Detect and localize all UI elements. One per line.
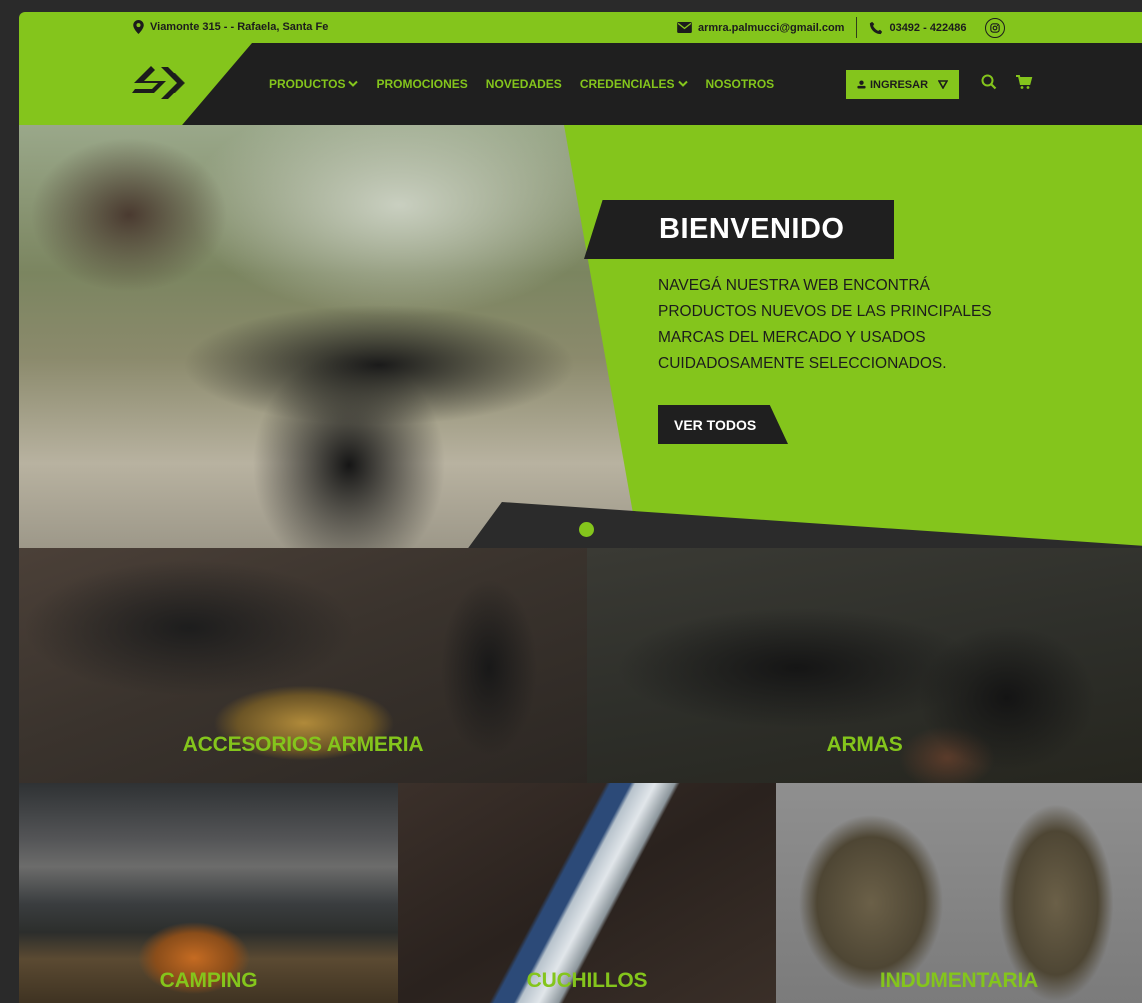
nav-item-novedades[interactable]: NOVEDADES [486, 77, 562, 91]
top-contact-bar: Viamonte 315 - - Rafaela, Santa Fe armra… [19, 12, 1142, 43]
category-cuchillos[interactable]: CUCHILLOS [398, 783, 776, 1003]
login-button[interactable]: INGRESAR [846, 70, 959, 99]
main-menu: PRODUCTOS PROMOCIONES NOVEDADES CREDENCI… [269, 77, 774, 91]
page-frame: Viamonte 315 - - Rafaela, Santa Fe armra… [19, 12, 1142, 1003]
address-text: Viamonte 315 - - Rafaela, Santa Fe [150, 21, 329, 33]
search-icon[interactable] [980, 73, 998, 91]
phone-link[interactable]: 03492 - 422486 [889, 22, 966, 34]
category-camping[interactable]: CAMPING [19, 783, 398, 1003]
map-pin-icon [133, 20, 144, 34]
main-navbar: PRODUCTOS PROMOCIONES NOVEDADES CREDENCI… [19, 43, 1142, 125]
category-label: ARMAS [826, 733, 903, 756]
category-label: CAMPING [159, 969, 258, 992]
category-accesorios-armeria[interactable]: ACCESORIOS ARMERIA [19, 548, 587, 783]
cart-icon[interactable] [1015, 73, 1033, 91]
instagram-icon [989, 22, 1000, 33]
category-label: CUCHILLOS [526, 969, 648, 992]
instagram-button[interactable] [984, 17, 1005, 38]
hero-slider: BIENVENIDO NAVEGÁ NUESTRA WEB ENCONTRÁ P… [19, 125, 1142, 548]
address: Viamonte 315 - - Rafaela, Santa Fe [133, 20, 328, 34]
slider-dot[interactable] [579, 522, 594, 537]
nav-item-promociones[interactable]: PROMOCIONES [376, 77, 467, 91]
chevron-down-icon [348, 80, 359, 87]
ver-todos-button[interactable]: VER TODOS [658, 405, 788, 444]
category-armas[interactable]: ARMAS [587, 548, 1142, 783]
divider [856, 17, 858, 38]
email-link[interactable]: armra.palmucci@gmail.com [698, 22, 844, 34]
nav-item-credenciales[interactable]: CREDENCIALES [580, 77, 688, 91]
phone-icon [870, 21, 883, 34]
nav-item-productos[interactable]: PRODUCTOS [269, 77, 359, 91]
chevron-down-icon [677, 80, 688, 87]
logo-icon[interactable] [129, 63, 189, 103]
envelope-icon [677, 22, 692, 33]
triangle-down-icon [938, 80, 949, 89]
category-label: ACCESORIOS ARMERIA [182, 733, 424, 756]
contact-info: armra.palmucci@gmail.com 03492 - 422486 [677, 17, 1005, 38]
nav-item-nosotros[interactable]: NOSOTROS [706, 77, 775, 91]
user-icon [857, 80, 866, 89]
category-indumentaria[interactable]: INDUMENTARIA [776, 783, 1142, 1003]
hero-description: NAVEGÁ NUESTRA WEB ENCONTRÁ PRODUCTOS NU… [658, 277, 992, 372]
hero-title: BIENVENIDO [659, 213, 845, 245]
category-label: INDUMENTARIA [879, 969, 1039, 992]
